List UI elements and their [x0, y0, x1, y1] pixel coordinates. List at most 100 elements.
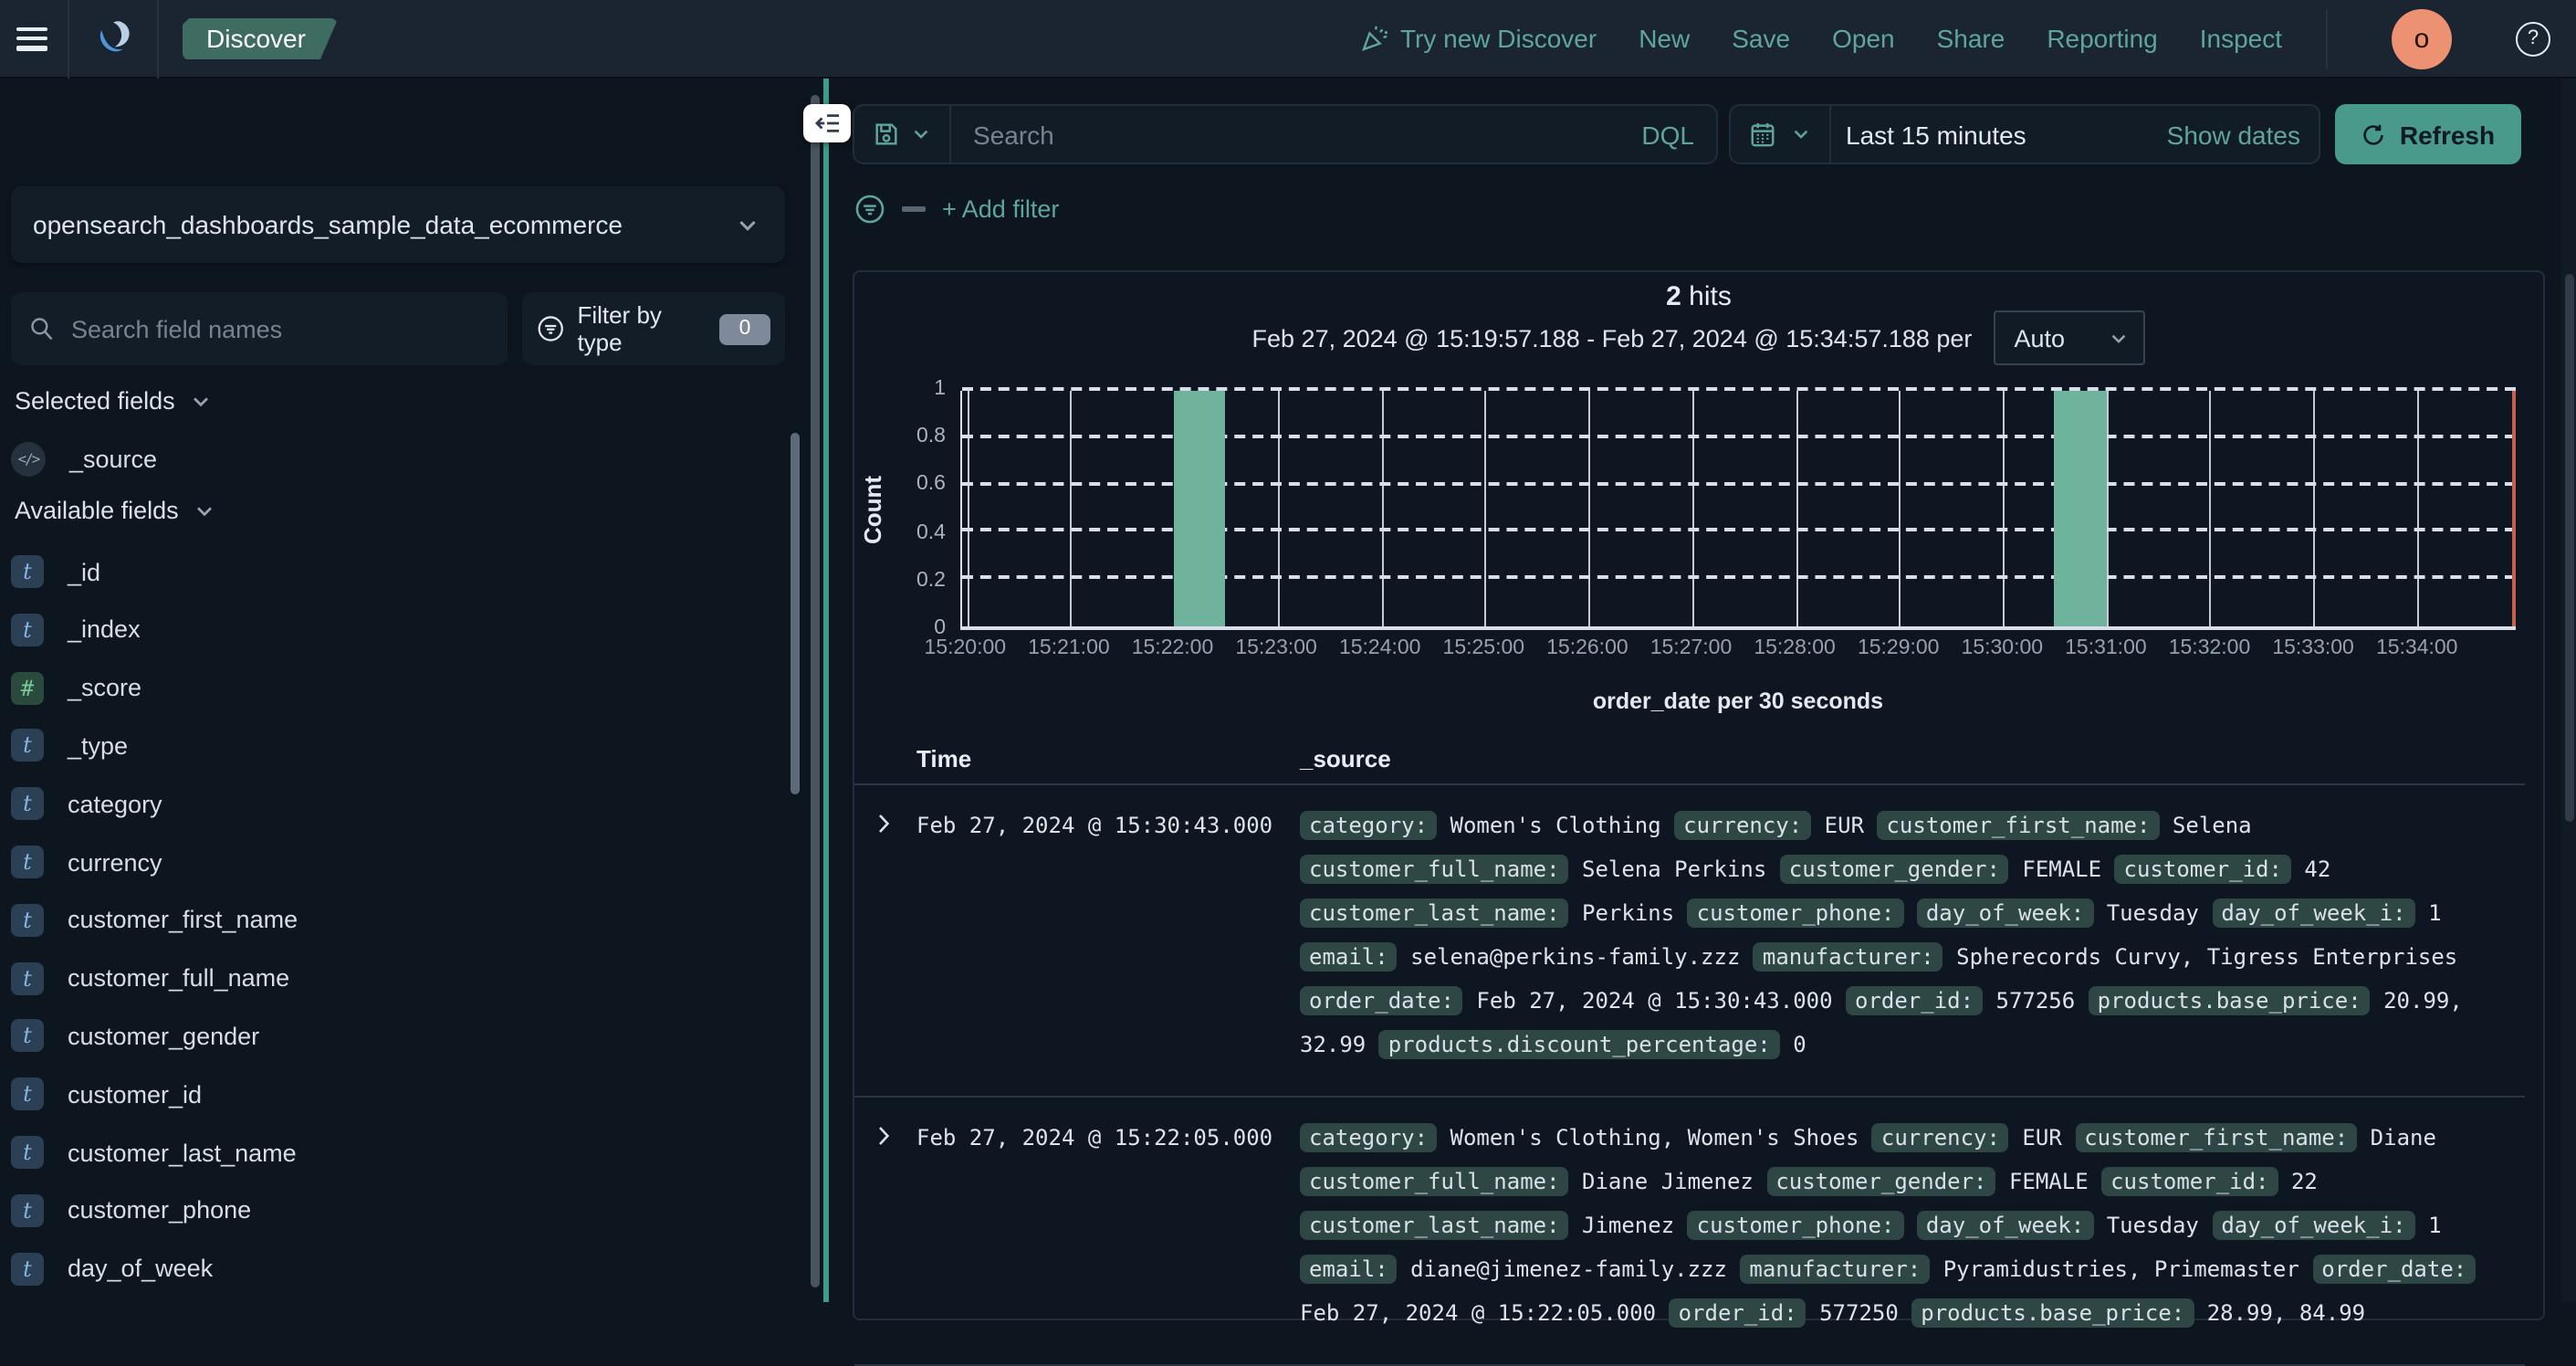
saved-query-menu-button[interactable] [853, 104, 951, 164]
x-gridline [1796, 391, 1798, 626]
sidebar-field-_index[interactable]: t _index [11, 610, 141, 650]
sidebar-field-_score[interactable]: # _score [11, 667, 141, 708]
table-row: Feb 27, 2024 @ 15:30:43.000 category: Wom… [854, 785, 2525, 1098]
show-dates-button[interactable]: Show dates [2167, 120, 2300, 149]
nav-link-save[interactable]: Save [1732, 24, 1790, 53]
sidebar-field-customer_full_name[interactable]: t customer_full_name [11, 958, 289, 998]
field-name-badge: customer_gender: [1766, 1167, 1996, 1196]
field-name-badge: products.base_price: [2088, 986, 2371, 1015]
user-avatar[interactable]: o [2392, 8, 2452, 68]
sidebar-field-customer_first_name[interactable]: t customer_first_name [11, 900, 298, 940]
sidebar-field-_source[interactable]: </> _source [11, 438, 157, 478]
row-time-cell: Feb 27, 2024 @ 15:30:43.000 [916, 813, 1273, 838]
index-pattern-name: opensearch_dashboards_sample_data_ecomme… [33, 210, 623, 239]
time-column-header[interactable]: Time [916, 744, 1300, 772]
text-field-icon: t [11, 1136, 44, 1169]
expand-row-icon[interactable] [873, 813, 916, 1067]
sidebar-field-currency[interactable]: t currency [11, 842, 162, 882]
y-tick-label: 0.6 [916, 473, 946, 496]
sidebar-resize-handle[interactable] [811, 95, 820, 1287]
nav-link-inspect[interactable]: Inspect [2200, 24, 2282, 53]
x-tick-label: 15:34:00 [2375, 637, 2458, 659]
help-icon[interactable]: ? [2516, 21, 2550, 56]
sidebar-field-customer_gender[interactable]: t customer_gender [11, 1016, 259, 1056]
sidebar-field-_id[interactable]: t _id [11, 552, 100, 592]
time-range-end-line [2512, 391, 2516, 626]
sidebar-field-category[interactable]: t category [11, 783, 162, 824]
collapse-sidebar-button[interactable] [803, 104, 851, 142]
header-nav: Try new Discover New Save Open Share Reportin… [1360, 8, 2576, 68]
x-gridline [2313, 391, 2316, 626]
text-field-icon: t [11, 787, 44, 821]
chevron-down-icon[interactable] [1791, 124, 1811, 144]
opensearch-logo[interactable] [69, 15, 157, 62]
sidebar-field-_type[interactable]: t _type [11, 726, 128, 766]
app-title-badge: Discover [183, 17, 339, 59]
field-name-badge: day_of_week_i: [2212, 898, 2415, 928]
date-picker-bar: Last 15 minutes Show dates [1729, 104, 2320, 164]
field-name-badge: customer_last_name: [1300, 898, 1569, 928]
y-tick-label: 0.8 [916, 426, 946, 448]
query-language-button[interactable]: DQL [1641, 120, 1694, 149]
expand-row-icon[interactable] [873, 1125, 916, 1335]
x-tick-label: 15:31:00 [2065, 637, 2147, 659]
nav-link-share[interactable]: Share [1937, 24, 2005, 53]
documents-table: Time _source Feb 27, 2024 @ 15:30:43.000… [854, 732, 2525, 1366]
add-filter-button[interactable]: + Add filter [942, 195, 1059, 223]
results-panel: 2 hits Feb 27, 2024 @ 15:19:57.188 - Feb… [853, 270, 2545, 1366]
x-gridline [1484, 391, 1487, 626]
field-name-badge: customer_phone: [1687, 1211, 1904, 1240]
menu-hamburger-icon[interactable] [16, 26, 47, 50]
refresh-button[interactable]: Refresh [2335, 104, 2521, 164]
x-tick-label: 15:29:00 [1857, 637, 1940, 659]
header-nav-links: Try new Discover New Save Open Share Reportin… [1360, 24, 2282, 53]
sidebar-field-day_of_week[interactable]: t day_of_week [11, 1248, 213, 1288]
page-scrollbar-thumb[interactable] [2564, 274, 2573, 822]
x-tick-label: 15:21:00 [1028, 637, 1110, 659]
nav-link-try-new-discover[interactable]: Try new Discover [1360, 24, 1597, 53]
x-tick-label: 15:23:00 [1235, 637, 1317, 659]
x-gridline [1691, 391, 1694, 626]
nav-link-new[interactable]: New [1639, 24, 1690, 53]
nav-link-reporting[interactable]: Reporting [2047, 24, 2157, 53]
filter-menu-icon[interactable] [854, 194, 885, 225]
sidebar-field-customer_last_name[interactable]: t customer_last_name [11, 1132, 297, 1172]
sidebar-scrollbar-thumb[interactable] [791, 433, 800, 794]
field-name-badge: email: [1300, 1255, 1398, 1284]
hits-label: hits [1689, 281, 1732, 312]
sidebar-divider-line [822, 79, 828, 1302]
y-axis-label: Count [859, 476, 886, 545]
histogram-bar[interactable] [2054, 391, 2107, 626]
search-field-names-input[interactable]: Search field names [11, 292, 508, 365]
source-column-header: _source [1300, 744, 1391, 772]
sidebar-field-customer_phone[interactable]: t customer_phone [11, 1191, 251, 1231]
histogram-bar[interactable] [1174, 391, 1226, 626]
nav-link-open[interactable]: Open [1832, 24, 1895, 53]
sidebar-field-customer_id[interactable]: t customer_id [11, 1074, 202, 1114]
x-tick-label: 15:26:00 [1546, 637, 1628, 659]
query-search-input[interactable]: Search DQL [951, 104, 1718, 164]
selected-fields-heading[interactable]: Selected fields [15, 387, 212, 415]
interval-value: Auto [2014, 324, 2065, 352]
time-range-value[interactable]: Last 15 minutes [1846, 120, 2026, 149]
y-tick-label: 0.2 [916, 569, 946, 592]
text-field-icon: t [11, 961, 44, 995]
x-axis-title: order_date per 30 seconds [1592, 688, 1884, 714]
page-scrollbar[interactable] [2561, 79, 2576, 1302]
x-gridline [1277, 391, 1280, 626]
x-tick-label: 15:28:00 [1754, 637, 1836, 659]
filter-by-type-button[interactable]: Filter by type 0 [522, 292, 785, 365]
index-pattern-select[interactable]: opensearch_dashboards_sample_data_ecomme… [11, 186, 785, 263]
field-name-badge: customer_phone: [1687, 898, 1904, 928]
interval-select[interactable]: Auto [1994, 310, 2146, 365]
field-name-badge: customer_last_name: [1300, 1211, 1569, 1240]
calendar-icon[interactable] [1749, 121, 1776, 148]
filter-icon [538, 316, 563, 342]
x-gridline [967, 391, 969, 626]
x-tick-label: 15:32:00 [2168, 637, 2251, 659]
available-fields-heading[interactable]: Available fields [15, 497, 215, 524]
number-field-icon: # [11, 671, 44, 705]
field-name-badge: day_of_week_i: [2212, 1211, 2415, 1240]
text-field-icon: t [11, 1193, 44, 1227]
filter-by-type-label: Filter by type [577, 301, 662, 356]
